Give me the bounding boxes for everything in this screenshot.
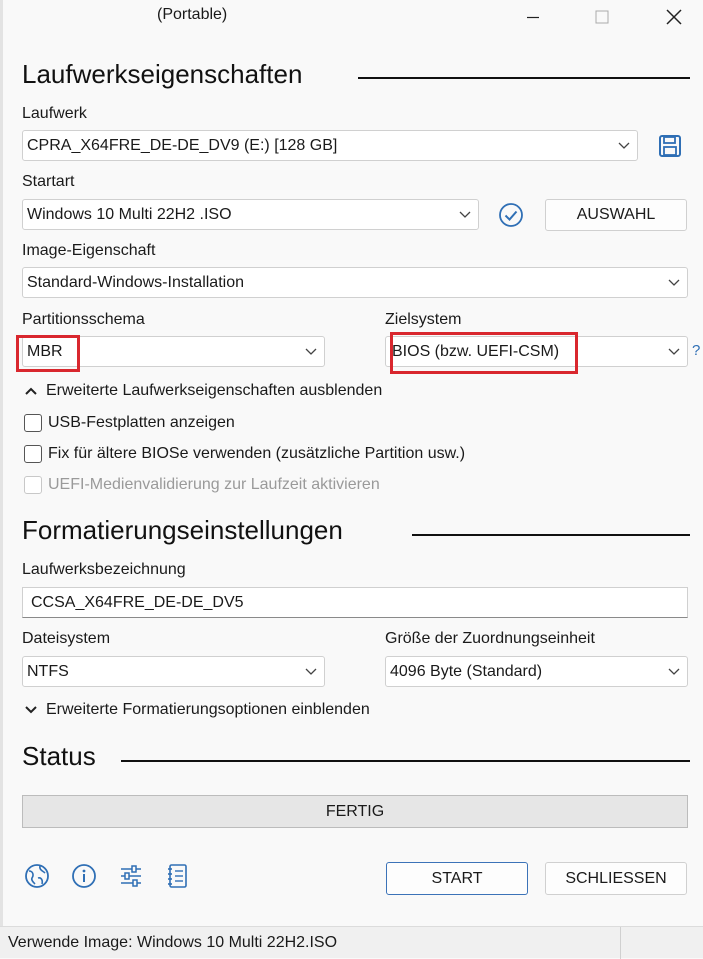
settings-button[interactable] [116, 862, 146, 890]
section-divider [358, 77, 690, 79]
about-button[interactable] [69, 862, 99, 890]
progress-bar: FERTIG [22, 795, 688, 828]
advanced-drive-toggle-label: Erweiterte Laufwerkseigenschaften ausble… [46, 382, 383, 399]
check-circle-icon [499, 203, 523, 227]
filesystem-value: NTFS [27, 662, 69, 680]
advanced-format-toggle[interactable]: Erweiterte Formatierungsoptionen einblen… [24, 701, 370, 719]
start-button[interactable]: START [386, 862, 528, 895]
section-divider [121, 760, 690, 762]
drive-properties-heading: Laufwerkseigenschaften [22, 59, 303, 89]
close-button[interactable]: SCHLIESSEN [545, 862, 687, 895]
cluster-size-select[interactable]: 4096 Byte (Standard) [385, 656, 688, 687]
save-drive-button[interactable] [656, 132, 684, 160]
status-heading: Status [22, 741, 96, 771]
filesystem-label: Dateisystem [22, 630, 111, 647]
language-button[interactable] [22, 862, 52, 890]
format-options-heading: Formatierungseinstellungen [22, 515, 343, 545]
log-button[interactable] [163, 862, 193, 890]
advanced-format-toggle-label: Erweiterte Formatierungsoptionen einblen… [46, 701, 370, 718]
checkbox-box [24, 476, 42, 494]
target-system-label: Zielsystem [385, 311, 462, 328]
checkbox-label: UEFI-Medienvalidierung zur Laufzeit akti… [48, 476, 380, 493]
select-image-button[interactable]: AUSWAHL [545, 199, 687, 231]
device-select[interactable]: CPRA_X64FRE_DE-DE_DV9 (E:) [128 GB] [22, 130, 638, 161]
uefi-validation-checkbox: UEFI-Medienvalidierung zur Laufzeit akti… [24, 476, 380, 494]
help-icon[interactable]: ? [692, 342, 700, 359]
partition-scheme-label: Partitionsschema [22, 311, 145, 328]
partition-scheme-highlight [16, 335, 80, 372]
log-icon [168, 864, 187, 888]
device-value: CPRA_X64FRE_DE-DE_DV9 (E:) [128 GB] [27, 136, 338, 154]
boot-selection-label: Startart [22, 173, 75, 190]
maximize-icon [595, 10, 609, 24]
image-option-label: Image-Eigenschaft [22, 242, 156, 259]
window-left-edge [0, 0, 3, 958]
cluster-size-label: Größe der Zuordnungseinheit [385, 630, 595, 647]
checkbox-label: USB-Festplatten anzeigen [48, 414, 235, 431]
minimize-button[interactable] [510, 0, 556, 34]
chevron-down-icon [661, 668, 687, 676]
status-bar-text: Verwende Image: Windows 10 Multi 22H2.IS… [8, 933, 338, 951]
advanced-drive-toggle[interactable]: Erweiterte Laufwerkseigenschaften ausble… [24, 382, 382, 400]
status-bar-divider [620, 926, 621, 959]
minimize-icon [527, 16, 539, 19]
checkbox-box [24, 414, 42, 432]
chevron-down-icon [661, 279, 687, 287]
volume-label-label: Laufwerksbezeichnung [22, 561, 186, 578]
cluster-size-value: 4096 Byte (Standard) [390, 662, 543, 680]
chevron-up-icon [25, 387, 37, 395]
progress-text: FERTIG [325, 802, 385, 820]
settings-sliders-icon [121, 865, 141, 887]
status-bar: Verwende Image: Windows 10 Multi 22H2.IS… [0, 926, 703, 959]
chevron-down-icon [298, 668, 324, 676]
checkbox-box [24, 445, 42, 463]
device-label: Laufwerk [22, 105, 87, 122]
verify-checksum-button[interactable] [497, 201, 525, 229]
checkbox-label: Fix für ältere BIOSe verwenden (zusätzli… [48, 445, 466, 462]
close-window-button[interactable] [651, 0, 697, 34]
chevron-down-icon [298, 348, 324, 356]
list-usb-hdd-checkbox[interactable]: USB-Festplatten anzeigen [24, 414, 235, 432]
info-icon [72, 864, 96, 888]
globe-icon [25, 864, 49, 888]
window-title: (Portable) [157, 6, 228, 23]
old-bios-fix-checkbox[interactable]: Fix für ältere BIOSe verwenden (zusätzli… [24, 445, 465, 463]
close-icon [666, 9, 682, 25]
maximize-button[interactable] [579, 0, 625, 34]
volume-label-input[interactable]: CCSA_X64FRE_DE-DE_DV5 [22, 587, 688, 618]
save-icon [659, 135, 681, 157]
chevron-down-icon [25, 706, 37, 714]
chevron-down-icon [661, 348, 687, 356]
section-divider [412, 534, 690, 536]
image-option-select[interactable]: Standard-Windows-Installation [22, 267, 688, 298]
chevron-down-icon [611, 142, 637, 150]
filesystem-select[interactable]: NTFS [22, 656, 325, 687]
image-option-value: Standard-Windows-Installation [27, 273, 244, 291]
boot-selection-select[interactable]: Windows 10 Multi 22H2 .ISO [22, 199, 479, 230]
chevron-down-icon [452, 211, 478, 219]
boot-selection-value: Windows 10 Multi 22H2 .ISO [27, 205, 232, 223]
target-system-highlight [390, 332, 578, 374]
